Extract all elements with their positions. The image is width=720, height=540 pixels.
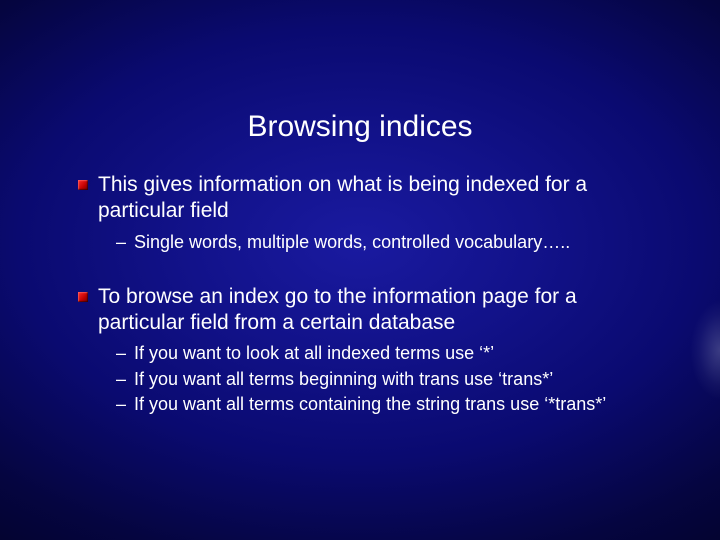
slide: Browsing indices This gives information … (0, 0, 720, 540)
sub-bullet-item: Single words, multiple words, controlled… (116, 231, 660, 254)
sub-bullet-item: If you want all terms beginning with tra… (116, 368, 660, 391)
slide-title: Browsing indices (60, 110, 660, 144)
spacer (78, 258, 660, 280)
page-curl-decoration (690, 300, 720, 400)
bullet-item: This gives information on what is being … (78, 172, 660, 254)
sub-bullet-list: Single words, multiple words, controlled… (98, 231, 660, 254)
bullet-text: To browse an index go to the information… (98, 285, 577, 334)
bullet-item: To browse an index go to the information… (78, 284, 660, 417)
bullet-list: This gives information on what is being … (60, 172, 660, 417)
sub-bullet-item: If you want to look at all indexed terms… (116, 342, 660, 365)
bullet-text: This gives information on what is being … (98, 173, 587, 222)
sub-bullet-item: If you want all terms containing the str… (116, 393, 660, 416)
sub-bullet-list: If you want to look at all indexed terms… (98, 342, 660, 416)
